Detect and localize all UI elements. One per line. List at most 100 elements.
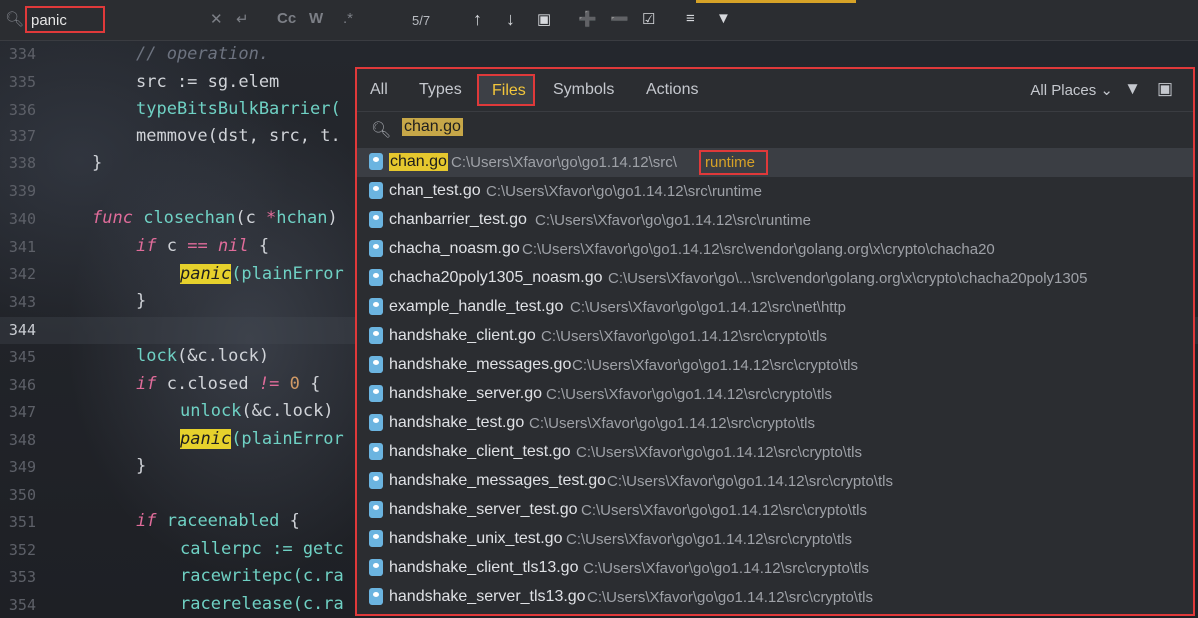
line-number: 347 [8,403,36,421]
line-number: 340 [8,210,36,228]
select-all-occurrences-icon[interactable]: ☑ [642,10,655,28]
go-file-icon [369,240,383,257]
arrow-up-icon[interactable]: ↑ [473,9,482,30]
add-occurrence-icon[interactable]: ➕ [578,10,597,28]
result-path: C:\Users\Xfavor\go\go1.14.12\src\runtime [486,183,762,200]
code-line[interactable]: src := sg.elem [136,72,279,92]
line-number: 341 [8,238,36,256]
result-filename: chacha_noasm.go [389,240,520,257]
result-filename: handshake_messages_test.go [389,472,607,489]
result-row[interactable]: handshake_test.go C:\Users\Xfavor\go\go1… [357,409,1193,438]
result-path: C:\Users\Xfavor\go\go1.14.12\src\crypto\… [587,589,873,606]
places-dropdown[interactable]: All Places ⌄ [1030,81,1113,99]
find-bar: 🔍︎ panic ✕ ↵ Cc W .* 5/7 ↑ ↓ ▣ ➕ ➖ ☑ ≡ ▼ [0,0,1198,41]
go-test-file-icon [369,182,383,199]
tab-all[interactable]: All [370,81,388,99]
code-line[interactable]: } [136,456,146,476]
top-accent-bar [696,0,856,3]
result-row[interactable]: handshake_server_tls13.go C:\Users\Xfavo… [357,583,1193,612]
search-match-highlight: panic [180,429,232,449]
go-test-file-icon [369,211,383,228]
result-row[interactable]: handshake_unix_test.go C:\Users\Xfavor\g… [357,525,1193,554]
code-line[interactable]: callerpc := getc [180,539,344,559]
regex-button[interactable]: .* [343,10,353,27]
popup-search-row: 🔍︎ chan.go [357,111,1193,149]
popup-search-input[interactable]: chan.go [402,118,463,136]
open-in-window-icon[interactable]: ▣ [1157,79,1173,99]
line-number: 351 [8,513,36,531]
code-line[interactable]: } [92,153,102,173]
clear-icon[interactable]: ✕ [210,10,223,28]
result-row[interactable]: handshake_messages.go C:\Users\Xfavor\go… [357,351,1193,380]
result-path: C:\Users\Xfavor\go\go1.14.12\src\crypto\… [581,502,867,519]
code-line[interactable]: panic(plainError [180,429,344,449]
code-line[interactable]: } [136,291,146,311]
line-number: 352 [8,541,36,559]
result-row[interactable]: chanbarrier_test.go C:\Users\Xfavor\go\g… [357,206,1193,235]
match-case-button[interactable]: Cc [277,10,296,27]
result-filename: handshake_client.go [389,327,536,344]
open-in-window-icon[interactable]: ▣ [537,10,551,28]
remove-occurrence-icon[interactable]: ➖ [610,10,629,28]
code-line[interactable]: if c.closed != 0 { [136,374,320,394]
result-filename: handshake_client_test.go [389,443,571,460]
code-line[interactable]: // operation. [136,44,269,64]
line-number: 349 [8,458,36,476]
result-path: C:\Users\Xfavor\go\go1.14.12\src\crypto\… [583,560,869,577]
code-line[interactable]: if c == nil { [136,236,269,256]
code-line[interactable]: if raceenabled { [136,511,300,531]
search-icon: 🔍︎ [371,122,392,139]
result-path: C:\Users\Xfavor\go\go1.14.12\src\crypto\… [566,531,852,548]
code-line[interactable]: func closechan(c *hchan) [92,208,338,228]
result-path: C:\Users\Xfavor\go\go1.14.12\src\runtime [535,212,811,229]
result-filename: example_handle_test.go [389,298,564,315]
go-file-icon [369,153,383,170]
whole-words-button[interactable]: W [309,10,323,27]
filter-icon[interactable]: ▼ [716,10,731,27]
line-number: 343 [8,293,36,311]
result-row[interactable]: handshake_client_test.go C:\Users\Xfavor… [357,438,1193,467]
go-file-icon [369,385,383,402]
result-path: C:\Users\Xfavor\go\go1.14.12\src\ [451,154,677,171]
code-line[interactable]: racewritepc(c.ra [180,566,344,586]
result-row[interactable]: handshake_server_test.go C:\Users\Xfavor… [357,496,1193,525]
result-row[interactable]: handshake_server.go C:\Users\Xfavor\go\g… [357,380,1193,409]
code-line[interactable]: racerelease(c.ra [180,594,344,614]
find-input[interactable]: panic [25,6,105,33]
line-number: 336 [8,101,36,119]
result-row[interactable]: chan.go C:\Users\Xfavor\go\go1.14.12\src… [357,148,1193,177]
places-label: All Places [1030,82,1097,99]
tab-actions[interactable]: Actions [646,81,698,99]
result-row[interactable]: handshake_client.go C:\Users\Xfavor\go\g… [357,322,1193,351]
result-row[interactable]: chacha_noasm.go C:\Users\Xfavor\go\go1.1… [357,235,1193,264]
code-line[interactable]: memmove(dst, src, t. [136,126,341,146]
line-number: 354 [8,596,36,614]
line-number: 339 [8,182,36,200]
search-icon[interactable]: 🔍︎ [5,10,24,28]
go-test-file-icon [369,443,383,460]
go-test-file-icon [369,501,383,518]
code-line[interactable]: lock(&c.lock) [136,346,269,366]
result-path: C:\Users\Xfavor\go\...\src\vendor\golang… [608,270,1088,287]
filter-options-icon[interactable]: ≡ [686,10,695,27]
result-filename: chanbarrier_test.go [389,211,527,228]
new-line-icon[interactable]: ↵ [236,10,249,28]
result-path: C:\Users\Xfavor\go\go1.14.12\src\net\htt… [570,299,846,316]
code-line[interactable]: typeBitsBulkBarrier( [136,99,341,119]
result-row[interactable]: handshake_messages_test.go C:\Users\Xfav… [357,467,1193,496]
result-filename: handshake_server_test.go [389,501,578,518]
tab-types[interactable]: Types [419,81,462,99]
code-line[interactable]: unlock(&c.lock) [180,401,334,421]
arrow-down-icon[interactable]: ↓ [506,9,515,30]
search-match-highlight: panic [180,264,232,284]
result-row[interactable]: chacha20poly1305_noasm.go C:\Users\Xfavo… [357,264,1193,293]
tab-files[interactable]: Files [477,74,535,106]
filter-icon[interactable]: ▼ [1124,79,1141,99]
result-row[interactable]: example_handle_test.go C:\Users\Xfavor\g… [357,293,1193,322]
result-row[interactable]: handshake_client_tls13.go C:\Users\Xfavo… [357,554,1193,583]
line-number: 342 [8,265,36,283]
code-line[interactable]: panic(plainError [180,264,344,284]
tab-symbols[interactable]: Symbols [553,81,614,99]
result-row[interactable]: chan_test.go C:\Users\Xfavor\go\go1.14.1… [357,177,1193,206]
result-filename: handshake_client_tls13.go [389,559,579,576]
